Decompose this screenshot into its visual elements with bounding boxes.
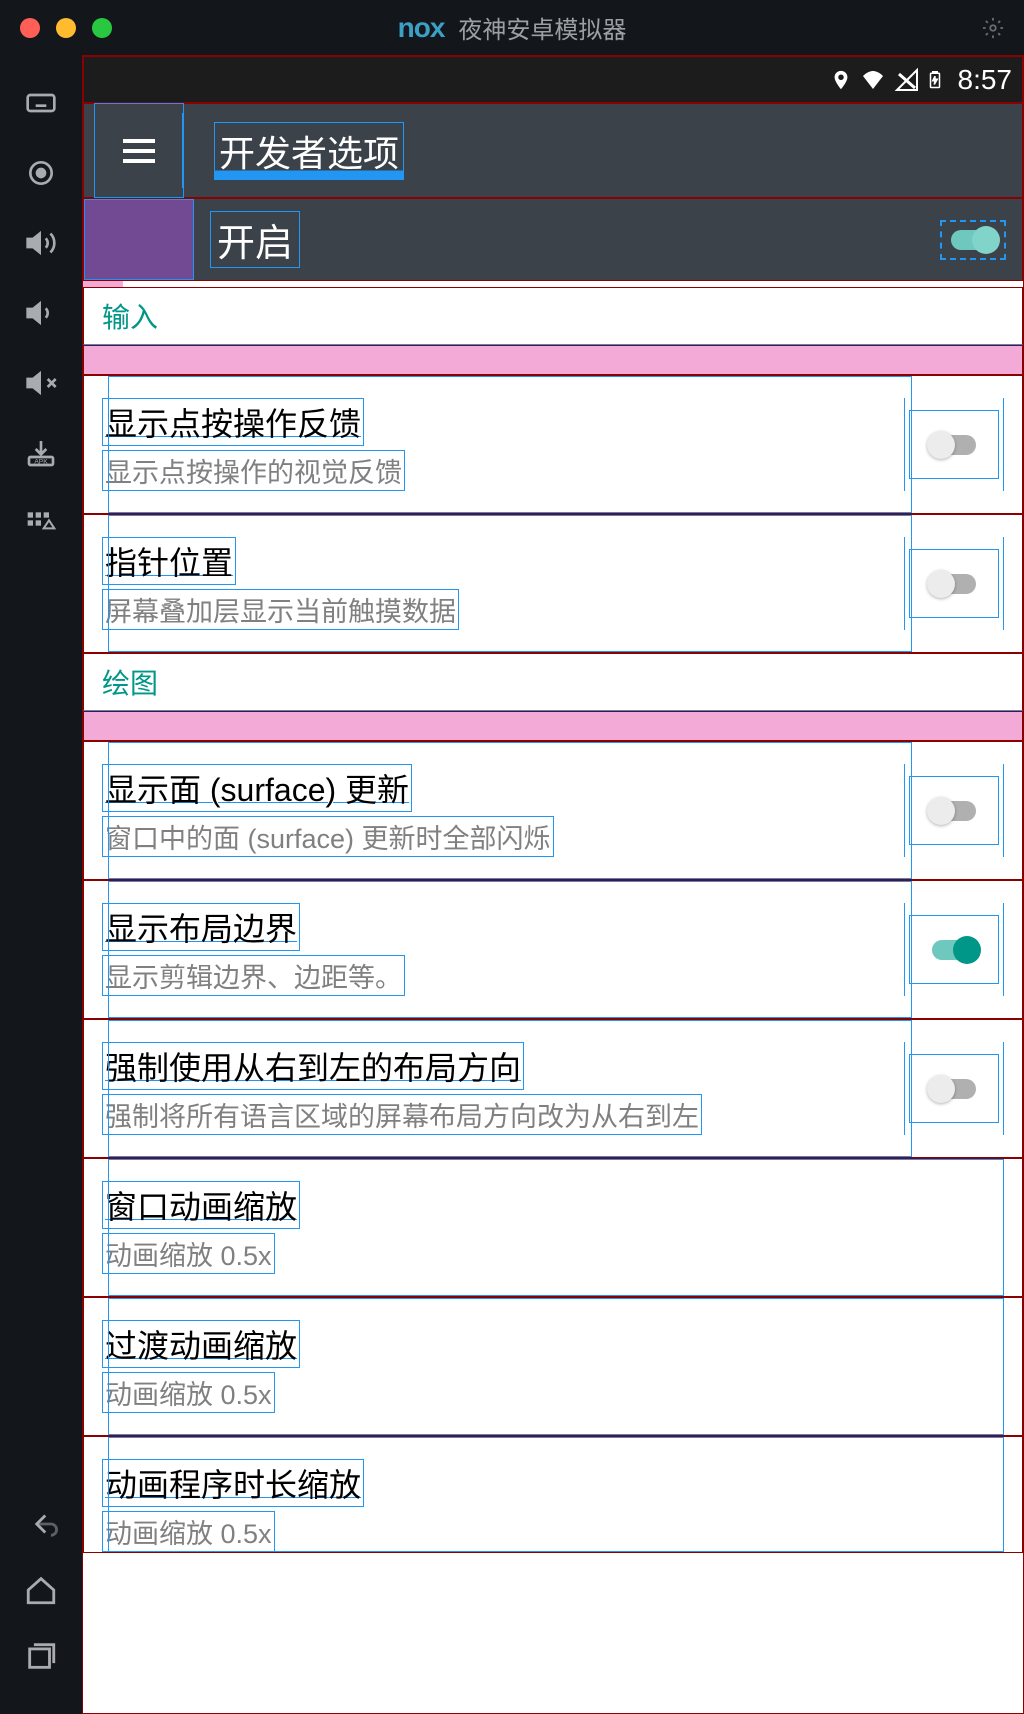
volume-down-icon[interactable] (23, 295, 59, 331)
setting-switch[interactable] (904, 398, 1004, 491)
menu-button[interactable] (94, 103, 184, 198)
mac-titlebar: nox 夜神安卓模拟器 (0, 0, 1024, 55)
setting-title: 窗口动画缩放 (102, 1181, 300, 1229)
app-name: 夜神安卓模拟器 (458, 10, 626, 45)
setting-title: 显示面 (surface) 更新 (102, 764, 412, 812)
section-header-input: 输入 (83, 287, 1023, 345)
setting-summary: 动画缩放 0.5x (102, 1233, 275, 1274)
master-toggle-row[interactable]: 开启 (83, 198, 1023, 281)
minimize-window-button[interactable] (56, 18, 76, 38)
setting-summary: 动画缩放 0.5x (102, 1372, 275, 1413)
setting-title: 显示点按操作反馈 (102, 398, 364, 446)
setting-title: 指针位置 (102, 537, 236, 585)
install-apk-icon[interactable]: APK (23, 435, 59, 471)
setting-transition-animation-scale[interactable]: 过渡动画缩放 动画缩放 0.5x (83, 1297, 1023, 1436)
master-toggle-label: 开启 (210, 211, 300, 268)
layout-margin-overlay (83, 345, 1023, 375)
hamburger-icon (123, 139, 155, 163)
more-tools-icon[interactable] (23, 505, 59, 541)
setting-summary: 屏幕叠加层显示当前触摸数据 (102, 589, 459, 630)
android-back-icon[interactable] (23, 1506, 59, 1542)
window-title: nox 夜神安卓模拟器 (398, 10, 627, 45)
android-recents-icon[interactable] (23, 1638, 59, 1674)
setting-pointer-location[interactable]: 指针位置 屏幕叠加层显示当前触摸数据 (83, 514, 1023, 653)
app-toolbar: 开发者选项 (83, 103, 1023, 198)
setting-title: 动画程序时长缩放 (102, 1459, 364, 1507)
setting-summary: 显示点按操作的视觉反馈 (102, 450, 405, 491)
setting-switch[interactable] (904, 537, 1004, 630)
setting-animator-duration-scale[interactable]: 动画程序时长缩放 动画缩放 0.5x (83, 1436, 1023, 1553)
android-status-bar: 8:57 (83, 56, 1023, 103)
emulated-screen: 8:57 开发者选项 开启 输入 显示点按操作反馈 显示点按操作的视觉反馈 (82, 55, 1024, 1714)
close-window-button[interactable] (20, 18, 40, 38)
setting-switch[interactable] (904, 903, 1004, 996)
wifi-status-icon (858, 68, 888, 92)
signal-status-icon (894, 68, 920, 92)
setting-title: 强制使用从右到左的布局方向 (102, 1042, 524, 1090)
traffic-lights (20, 18, 112, 38)
settings-content: 输入 显示点按操作反馈 显示点按操作的视觉反馈 指针位置 屏幕叠加层显示当前触摸… (83, 281, 1023, 1553)
setting-title: 过渡动画缩放 (102, 1320, 300, 1368)
setting-summary: 显示剪辑边界、边距等。 (102, 955, 405, 996)
volume-mute-icon[interactable] (23, 365, 59, 401)
setting-summary: 强制将所有语言区域的屏幕布局方向改为从右到左 (102, 1094, 702, 1135)
svg-text:APK: APK (34, 459, 48, 466)
settings-gear-icon[interactable] (982, 17, 1004, 39)
setting-show-surface-updates[interactable]: 显示面 (surface) 更新 窗口中的面 (surface) 更新时全部闪烁 (83, 741, 1023, 880)
emulator-sidebar: APK (0, 55, 82, 1714)
setting-switch[interactable] (904, 1042, 1004, 1135)
setting-switch[interactable] (904, 764, 1004, 857)
section-header-drawing: 绘图 (83, 653, 1023, 711)
setting-summary: 窗口中的面 (surface) 更新时全部闪烁 (102, 816, 554, 857)
setting-force-rtl[interactable]: 强制使用从右到左的布局方向 强制将所有语言区域的屏幕布局方向改为从右到左 (83, 1019, 1023, 1158)
maximize-window-button[interactable] (92, 18, 112, 38)
location-status-icon (830, 66, 852, 94)
nox-logo: nox (398, 12, 445, 44)
battery-status-icon (926, 66, 944, 94)
setting-summary: 动画缩放 0.5x (102, 1511, 275, 1552)
setting-window-animation-scale[interactable]: 窗口动画缩放 动画缩放 0.5x (83, 1158, 1023, 1297)
setting-show-taps[interactable]: 显示点按操作反馈 显示点按操作的视觉反馈 (83, 375, 1023, 514)
status-time: 8:57 (958, 64, 1013, 96)
volume-up-icon[interactable] (23, 225, 59, 261)
keyboard-icon[interactable] (23, 85, 59, 121)
master-toggle-switch[interactable] (940, 220, 1006, 260)
layout-margin-overlay (83, 711, 1023, 741)
setting-show-layout-bounds[interactable]: 显示布局边界 显示剪辑边界、边距等。 (83, 880, 1023, 1019)
setting-title: 显示布局边界 (102, 903, 300, 951)
location-icon[interactable] (23, 155, 59, 191)
page-title: 开发者选项 (214, 122, 404, 180)
toggle-accent-bar (84, 199, 194, 280)
android-home-icon[interactable] (23, 1572, 59, 1608)
